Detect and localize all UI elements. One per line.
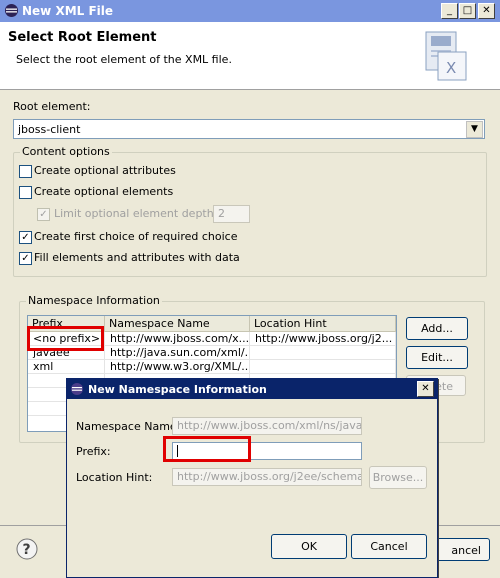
prefix-input-highlight-box [163, 436, 251, 462]
new-namespace-dialog: New Namespace Information ✕ Namespace Na… [66, 378, 438, 578]
wizard-header: Select Root Element Select the root elem… [0, 22, 500, 90]
optional-elements-checkbox[interactable] [19, 186, 32, 199]
svg-text:X: X [446, 59, 456, 77]
eclipse-icon [71, 383, 83, 395]
content-options-title: Content options [20, 145, 112, 158]
dialog-title: New Namespace Information [88, 383, 267, 396]
window-title: New XML File [22, 4, 114, 18]
wizard-title: Select Root Element [8, 30, 157, 45]
help-icon[interactable]: ? [16, 538, 38, 560]
table-row-cell[interactable]: http://www.w3.org/XML/... [105, 360, 250, 374]
location-hint-label: Location Hint: [76, 471, 153, 484]
root-element-combo[interactable]: jboss-client ▼ [13, 119, 485, 139]
dialog-cancel-button[interactable]: Cancel [351, 534, 427, 559]
table-row-cell[interactable] [250, 346, 396, 360]
location-hint-field[interactable]: http://www.jboss.org/j2ee/schema/jt [172, 468, 362, 486]
first-choice-label: Create first choice of required choice [34, 230, 238, 243]
fill-elements-checkbox[interactable]: ✓ [19, 252, 32, 265]
table-row-cell[interactable]: http://www.jboss.com/x... [105, 332, 250, 346]
ok-button[interactable]: OK [271, 534, 347, 559]
table-row-cell[interactable] [250, 360, 396, 374]
root-element-value: jboss-client [18, 123, 81, 136]
namespace-title: Namespace Information [26, 294, 162, 307]
dialog-close-button[interactable]: ✕ [417, 381, 434, 397]
namespace-name-field[interactable]: http://www.jboss.com/xml/ns/javaee [172, 417, 362, 435]
root-element-label: Root element: [13, 100, 91, 113]
fill-elements-label: Fill elements and attributes with data [34, 251, 240, 264]
optional-attributes-label: Create optional attributes [34, 164, 176, 177]
window-titlebar: New XML File _ □ ✕ [0, 0, 500, 22]
optional-attributes-checkbox[interactable] [19, 165, 32, 178]
svg-text:?: ? [23, 542, 31, 558]
browse-button[interactable]: Browse... [369, 466, 427, 489]
edit-namespace-button[interactable]: Edit... [406, 346, 468, 369]
limit-depth-input[interactable]: 2 [213, 205, 250, 223]
chevron-down-icon[interactable]: ▼ [466, 121, 483, 138]
table-row-cell[interactable]: http://java.sun.com/xml/... [105, 346, 250, 360]
add-namespace-button[interactable]: Add... [406, 317, 468, 340]
limit-depth-checkbox[interactable]: ✓ [37, 208, 50, 221]
close-button[interactable]: ✕ [478, 3, 495, 19]
namespace-name-label: Namespace Name: [76, 420, 181, 433]
column-header-namespace[interactable]: Namespace Name [105, 316, 250, 332]
limit-depth-label: Limit optional element depth to: [54, 207, 232, 220]
table-row-cell[interactable]: http://www.jboss.org/j2... [250, 332, 396, 346]
prefix-label: Prefix: [76, 445, 111, 458]
first-choice-checkbox[interactable]: ✓ [19, 231, 32, 244]
maximize-button[interactable]: □ [459, 3, 476, 19]
eclipse-icon [5, 4, 18, 17]
table-row-cell[interactable]: xml [28, 360, 105, 374]
column-header-location[interactable]: Location Hint [250, 316, 396, 332]
minimize-button[interactable]: _ [441, 3, 458, 19]
optional-elements-label: Create optional elements [34, 185, 174, 198]
wizard-description: Select the root element of the XML file. [16, 53, 232, 66]
prefix-highlight-box [27, 326, 104, 351]
dialog-titlebar: New Namespace Information ✕ [67, 379, 437, 399]
xml-file-icon: X [425, 31, 467, 81]
